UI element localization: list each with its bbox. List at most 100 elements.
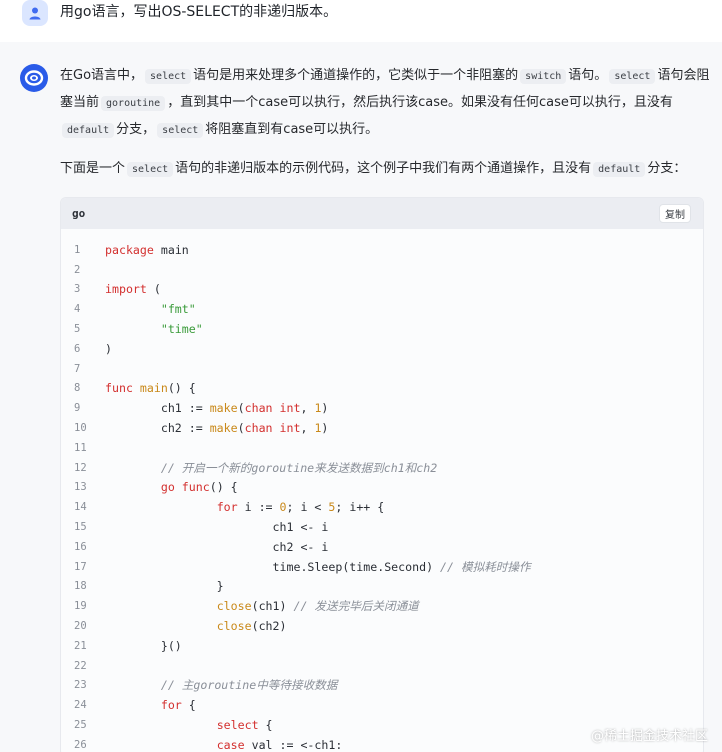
code-token: func — [105, 381, 133, 396]
code-line: 5 "time" — [61, 319, 703, 339]
code-token: close — [216, 599, 252, 614]
code-text: // 主goroutine中等待接收数据 — [105, 677, 338, 693]
line-number: 10 — [74, 422, 87, 435]
code-line: 21 }() — [61, 636, 703, 656]
user-icon — [29, 7, 41, 20]
code-line: 10 ch2 := make(chan int, 1) — [61, 418, 703, 438]
paragraph-text: 分支： — [647, 161, 687, 176]
inline-code: switch — [520, 69, 567, 84]
code-token: int — [279, 401, 301, 416]
answer-paragraph-1: 在Go语言中， select 语句是用来处理多个通道操作的，它类似于一个非阻塞的 sw… — [60, 63, 710, 144]
code-line: 20 close(ch2) — [61, 616, 703, 636]
code-line: 14 for i := 0; i < 5; i++ { — [61, 497, 703, 517]
copy-code-button[interactable]: 复制 — [659, 204, 691, 223]
code-text: close(ch2) — [105, 619, 287, 633]
code-line: 19 close(ch1) // 发送完毕后关闭通道 — [61, 596, 703, 616]
line-number: 4 — [74, 303, 81, 316]
code-token: ( — [146, 282, 161, 297]
code-line: 22 — [61, 656, 703, 676]
inline-code: goroutine — [101, 96, 166, 111]
paragraph-text: 语句的非递归版本的示例代码，这个例子中我们有两个通道操作，且没有 — [175, 161, 592, 176]
code-token: () { — [209, 480, 238, 495]
code-token: ) — [321, 421, 329, 436]
line-number: 3 — [74, 283, 81, 296]
line-number: 21 — [74, 639, 87, 652]
line-number: 15 — [74, 521, 87, 534]
watermark: @稀土掘金技术社区 — [590, 729, 708, 744]
paragraph-text: 分支， — [116, 122, 156, 137]
code-token: ) — [105, 341, 112, 356]
code-token: package — [105, 242, 154, 257]
line-number: 8 — [74, 382, 81, 395]
code-line: 3 import ( — [61, 280, 703, 300]
paragraph-text: ，直到其中一个case可以执行，然后执行该case。如果没有任何case可以执行… — [167, 95, 673, 110]
inline-code: default — [62, 123, 115, 138]
code-token: ; i < — [286, 500, 329, 515]
code-line: 17 time.Sleep(time.Second) // 模拟耗时操作 — [61, 557, 703, 577]
answer-paragraph-2: 下面是一个 select 语句的非递归版本的示例代码，这个例子中我们有两个通道操作，… — [60, 156, 710, 183]
code-line: 23 // 主goroutine中等待接收数据 — [61, 676, 703, 696]
code-text: select { — [105, 718, 273, 732]
code-token: func — [181, 480, 210, 495]
code-token: , — [300, 421, 315, 436]
code-text: ch2 := make(chan int, 1) — [105, 421, 329, 436]
paragraph-text: 下面是一个 — [60, 161, 126, 176]
line-number: 26 — [74, 738, 87, 751]
code-token: for — [160, 698, 182, 713]
line-number: 25 — [74, 719, 87, 732]
code-token: i := — [237, 500, 280, 515]
code-line: 7 — [61, 359, 703, 379]
code-token: go — [160, 480, 175, 495]
line-number: 11 — [74, 441, 87, 454]
code-text: for i := 0; i < 5; i++ { — [105, 500, 385, 515]
line-number: 7 — [74, 362, 81, 375]
code-text: ) — [105, 342, 112, 356]
code-line: 4 "fmt" — [61, 299, 703, 319]
code-token: chan — [244, 401, 273, 416]
line-number: 12 — [74, 461, 87, 474]
assistant-answer: 在Go语言中， select 语句是用来处理多个通道操作的，它类似于一个非阻塞的 sw… — [0, 42, 722, 752]
code-line: 11 — [61, 438, 703, 458]
code-line: 12 // 开启一个新的goroutine来发送数据到ch1和ch2 — [61, 458, 703, 478]
code-token: make — [209, 421, 238, 436]
code-token: ( — [237, 401, 245, 416]
code-token: "time" — [160, 322, 203, 337]
code-token: } — [105, 579, 224, 594]
code-text: for { — [105, 698, 196, 712]
inline-code: select — [609, 69, 656, 84]
code-text: }() — [105, 639, 182, 653]
code-text: ch1 := make(chan int, 1) — [105, 401, 329, 416]
code-token: main — [139, 381, 168, 396]
line-number: 16 — [74, 540, 87, 553]
line-number: 24 — [74, 699, 87, 712]
paragraph-text: 在Go语言中， — [60, 68, 144, 83]
code-block: go 复制 1 package main 2 3 import (4 "fmt" 5 "t… — [60, 197, 704, 752]
code-text: "time" — [105, 322, 203, 336]
code-token: "fmt" — [160, 302, 196, 317]
code-line: 1 package main — [61, 240, 703, 260]
code-line: 24 for { — [61, 695, 703, 715]
code-token: ) — [321, 401, 329, 416]
code-token: }() — [105, 638, 182, 653]
inline-code: select — [145, 69, 192, 84]
line-number: 9 — [74, 402, 81, 415]
line-number: 5 — [74, 323, 81, 336]
line-number: 18 — [74, 580, 87, 593]
code-text: func main() { — [105, 381, 196, 395]
code-token: // 开启一个新的goroutine来发送数据到ch1和ch2 — [160, 460, 438, 475]
line-number: 2 — [74, 263, 81, 276]
line-number: 20 — [74, 620, 87, 633]
code-text: // 开启一个新的goroutine来发送数据到ch1和ch2 — [105, 460, 437, 476]
code-token: // 发送完毕后关闭通道 — [293, 599, 419, 614]
